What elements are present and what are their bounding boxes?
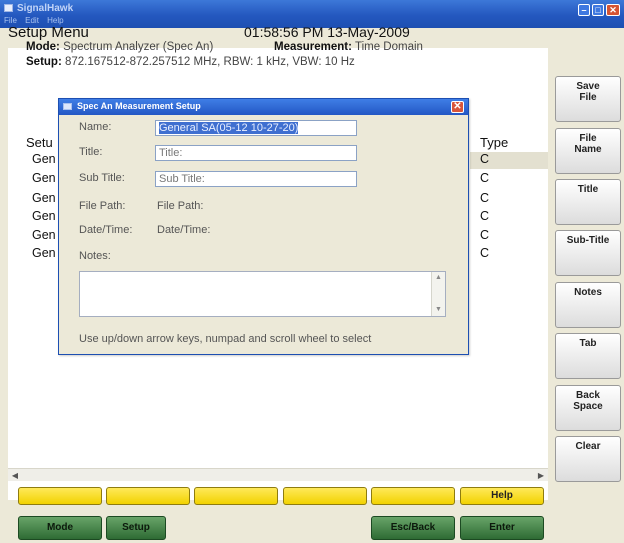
notes-button[interactable]: Notes — [555, 282, 621, 328]
list-row-name[interactable]: Gen — [32, 209, 56, 223]
scroll-down-icon[interactable]: ▼ — [435, 306, 442, 313]
maximize-button[interactable]: □ — [592, 4, 604, 16]
name-label: Name: — [79, 121, 112, 133]
close-button[interactable]: ✕ — [606, 4, 620, 16]
list-row-type[interactable]: C — [480, 152, 489, 166]
mode-value: Spectrum Analyzer (Spec An) — [63, 41, 214, 53]
app-icon — [4, 4, 13, 12]
softkey-label: File — [579, 92, 597, 103]
softkey-label: Space — [573, 401, 603, 412]
notes-label: Notes: — [79, 250, 111, 262]
measurement-line: Measurement: Time Domain — [274, 41, 423, 53]
scroll-right-icon[interactable]: ▶ — [535, 470, 547, 481]
datetime-value: Date/Time: — [157, 224, 211, 236]
function-key-1[interactable] — [18, 487, 102, 505]
notes-textarea[interactable]: ▲ ▼ — [79, 271, 446, 317]
sub-title-button[interactable]: Sub-Title — [555, 230, 621, 276]
esc-back-button[interactable]: Esc/Back — [371, 516, 455, 540]
function-key-3[interactable] — [194, 487, 278, 505]
setup-button[interactable]: Setup — [106, 516, 166, 540]
name-field[interactable]: General SA(05-12 10-27-20) — [155, 120, 357, 136]
list-row-type[interactable]: C — [480, 191, 489, 205]
setup-label: Setup: — [26, 56, 62, 68]
back-space-button[interactable]: Back Space — [555, 385, 621, 431]
measurement-label: Measurement: — [274, 41, 352, 53]
softkey-label: Back — [576, 390, 600, 401]
mode-button[interactable]: Mode — [18, 516, 102, 540]
softkey-label: Tab — [579, 338, 597, 349]
softkey-label: Title — [577, 184, 599, 195]
minimize-button[interactable]: – — [578, 4, 590, 16]
name-value: General SA(05-12 10-27-20) — [159, 122, 299, 134]
scroll-left-icon[interactable]: ◀ — [9, 470, 21, 481]
scroll-up-icon[interactable]: ▲ — [435, 274, 442, 281]
file-name-button[interactable]: File Name — [555, 128, 621, 174]
softkey-label: Sub-Title — [566, 235, 610, 246]
list-row-name[interactable]: Gen — [32, 152, 56, 166]
column-header-setup[interactable]: Setu — [26, 135, 53, 150]
list-row-name[interactable]: Gen — [32, 246, 56, 260]
softkey-label: Notes — [574, 287, 602, 298]
subtitle-field[interactable]: Sub Title: — [155, 171, 357, 187]
dialog-close-button[interactable]: ✕ — [451, 101, 464, 113]
mode-line: Mode: Spectrum Analyzer (Spec An) — [26, 41, 213, 53]
softkey-label: Name — [574, 144, 602, 155]
subtitle-label: Sub Title: — [79, 172, 125, 184]
list-row-name[interactable]: Gen — [32, 191, 56, 205]
measurement-value: Time Domain — [354, 41, 423, 53]
list-row-type[interactable]: C — [480, 246, 489, 260]
filepath-value: File Path: — [157, 200, 204, 212]
save-file-button[interactable]: Save File — [555, 76, 621, 122]
softkey-label: Save — [576, 81, 600, 92]
list-row-type[interactable]: C — [480, 171, 489, 185]
softkey-label: File — [579, 133, 597, 144]
help-button[interactable]: Help — [460, 487, 544, 505]
enter-button[interactable]: Enter — [460, 516, 544, 540]
list-row-type[interactable]: C — [480, 209, 489, 223]
filepath-label: File Path: — [79, 200, 126, 212]
notes-scrollbar[interactable]: ▲ ▼ — [431, 272, 445, 316]
horizontal-scrollbar[interactable]: ◀ ▶ — [8, 468, 548, 481]
list-row-name[interactable]: Gen — [32, 228, 56, 242]
dialog-app-icon — [63, 103, 72, 110]
dialog-hint: Use up/down arrow keys, numpad and scrol… — [79, 333, 372, 345]
mode-label: Mode: — [26, 41, 60, 53]
title-field[interactable]: Title: — [155, 145, 357, 161]
measurement-setup-dialog: Spec An Measurement Setup ✕ Name: Genera… — [58, 98, 469, 355]
datetime-label: Date/Time: — [79, 224, 133, 236]
title-label: Title: — [79, 146, 103, 158]
list-row-name[interactable]: Gen — [32, 171, 56, 185]
function-key-5[interactable] — [371, 487, 455, 505]
function-key-4[interactable] — [283, 487, 367, 505]
setup-value: 872.167512-872.257512 MHz, RBW: 1 kHz, V… — [64, 56, 355, 68]
setup-line: Setup: 872.167512-872.257512 MHz, RBW: 1… — [26, 56, 355, 68]
page-title: Setup Menu — [8, 24, 89, 41]
dialog-titlebar: Spec An Measurement Setup ✕ — [59, 99, 468, 115]
function-key-2[interactable] — [106, 487, 190, 505]
clear-button[interactable]: Clear — [555, 436, 621, 482]
title-button[interactable]: Title — [555, 179, 621, 225]
softkey-label: Clear — [575, 441, 601, 452]
column-header-type[interactable]: Type — [480, 135, 508, 150]
window-title: SignalHawk — [17, 3, 74, 14]
list-row-type[interactable]: C — [480, 228, 489, 242]
datetime-display: 01:58:56 PM 13-May-2009 — [244, 24, 410, 40]
dialog-title: Spec An Measurement Setup — [77, 101, 201, 111]
tab-button[interactable]: Tab — [555, 333, 621, 379]
